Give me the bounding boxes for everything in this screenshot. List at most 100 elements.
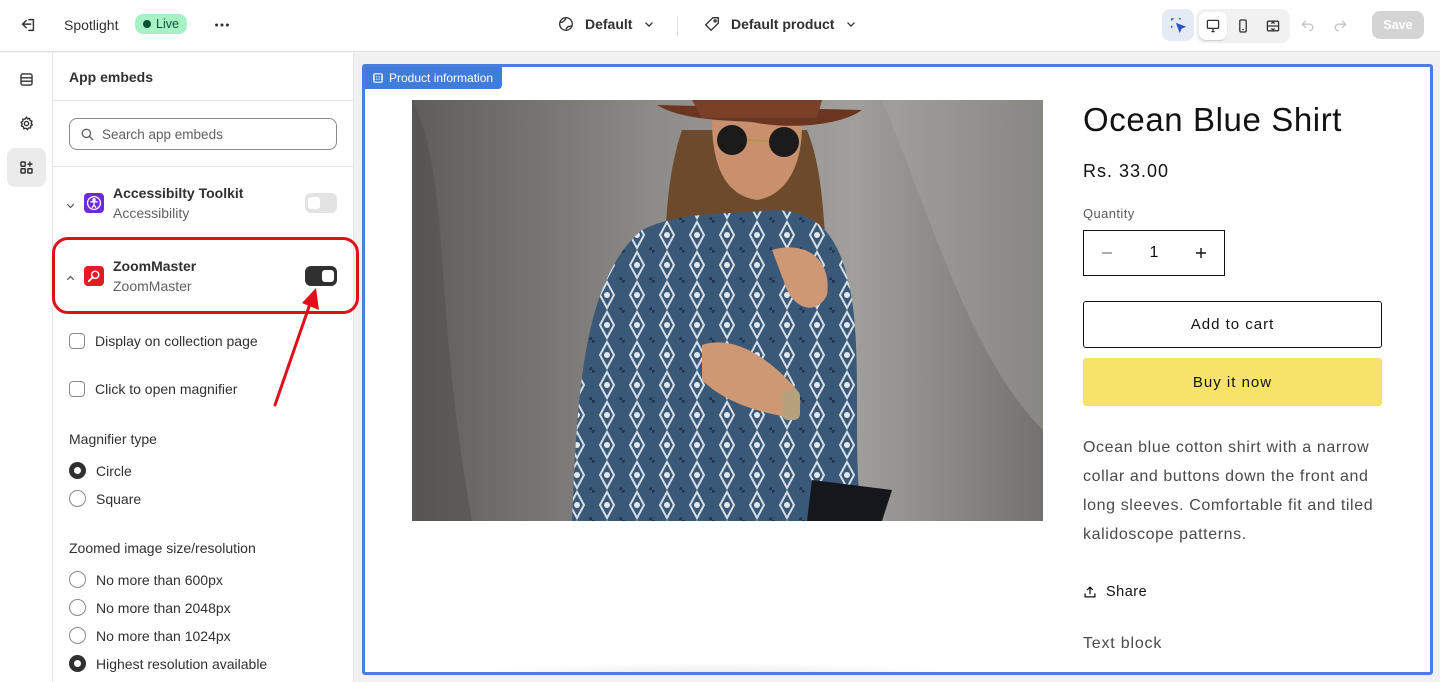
left-rail xyxy=(0,53,53,682)
theme-dropdown-label: Default xyxy=(585,16,633,32)
buy-now-button[interactable]: Buy it now xyxy=(1083,358,1382,406)
share-icon xyxy=(1084,586,1096,598)
plus-icon xyxy=(1196,248,1206,258)
decrease-quantity-button[interactable] xyxy=(1084,231,1130,275)
desktop-icon xyxy=(1206,19,1220,33)
preview-shadow xyxy=(465,663,965,672)
theme-settings-nav-button[interactable] xyxy=(7,104,46,143)
radio-button[interactable] xyxy=(69,627,86,644)
share-button[interactable]: Share xyxy=(1083,584,1147,600)
undo-button[interactable] xyxy=(1294,11,1322,39)
template-dropdown[interactable]: Default product xyxy=(703,15,858,33)
add-to-cart-button[interactable]: Add to cart xyxy=(1083,301,1382,348)
exit-icon xyxy=(21,18,35,32)
inspector-toggle-button[interactable] xyxy=(1162,9,1194,41)
desktop-view-button[interactable] xyxy=(1199,12,1227,40)
magnifier-type-label: Magnifier type xyxy=(69,431,157,447)
zoom-size-option[interactable]: Highest resolution available xyxy=(69,655,267,672)
section-tag[interactable]: Product information xyxy=(365,67,503,89)
zoom-size-option[interactable]: No more than 2048px xyxy=(69,599,231,616)
display-on-collection-checkbox-row[interactable]: Display on collection page xyxy=(69,333,258,349)
live-badge: Live xyxy=(135,14,187,34)
tag-icon xyxy=(705,17,719,31)
share-label: Share xyxy=(1106,584,1148,600)
live-dot-icon xyxy=(143,20,151,28)
accessibility-app-icon xyxy=(84,193,104,213)
undo-icon xyxy=(1301,20,1314,32)
more-actions-button[interactable] xyxy=(208,11,236,39)
radio-label: Highest resolution available xyxy=(96,655,268,672)
store-name: Spotlight xyxy=(64,17,119,33)
increase-quantity-button[interactable] xyxy=(1178,231,1224,275)
fullscreen-view-button[interactable] xyxy=(1259,12,1287,40)
gear-icon xyxy=(20,116,34,131)
minus-icon xyxy=(1102,252,1112,254)
chevron-down-icon[interactable] xyxy=(64,199,77,212)
magnifier-icon xyxy=(87,270,100,283)
quantity-label: Quantity xyxy=(1083,206,1135,221)
top-bar: Spotlight Live Default Default product S… xyxy=(0,0,1440,52)
annotation-arrow-icon xyxy=(273,288,319,407)
accessibility-toolkit-toggle[interactable] xyxy=(305,193,337,213)
live-badge-label: Live xyxy=(156,17,179,31)
zoommaster-app-icon xyxy=(84,266,104,286)
search-icon xyxy=(81,128,94,140)
display-on-collection-checkbox[interactable] xyxy=(69,333,85,349)
zoom-size-option[interactable]: No more than 1024px xyxy=(69,627,231,644)
viewport-switcher xyxy=(1196,9,1290,43)
product-title: Ocean Blue Shirt xyxy=(1083,101,1343,138)
search-field[interactable] xyxy=(69,118,337,150)
section-icon xyxy=(373,73,383,83)
magnifier-type-option[interactable]: Circle xyxy=(69,462,132,479)
expand-icon xyxy=(1266,20,1280,32)
preview-canvas[interactable]: Product information Ocean Blue Shirt Rs.… xyxy=(362,64,1433,675)
embed-name: ZoomMaster xyxy=(113,258,197,274)
radio-label: Square xyxy=(96,490,142,507)
app-embeds-nav-button[interactable] xyxy=(7,148,46,187)
embed-accessibility-toolkit[interactable]: Accessibilty Toolkit Accessibility xyxy=(53,185,353,235)
embed-subtitle: Accessibility xyxy=(113,205,190,221)
radio-label: Circle xyxy=(96,462,132,479)
toggle-knob xyxy=(308,197,320,209)
magnifier-type-option[interactable]: Square xyxy=(69,490,141,507)
checkbox-label: Click to open magnifier xyxy=(95,381,238,397)
divider xyxy=(53,166,353,167)
select-cursor-icon xyxy=(1170,17,1187,34)
chevron-up-icon[interactable] xyxy=(64,272,77,285)
toggle-knob xyxy=(322,270,334,282)
radio-button[interactable] xyxy=(69,490,86,507)
radio-label: No more than 1024px xyxy=(96,627,231,644)
theme-dropdown[interactable]: Default xyxy=(557,15,656,33)
toolbar-divider xyxy=(677,16,678,36)
product-description: Ocean blue cotton shirt with a narrow co… xyxy=(1083,439,1374,543)
embed-subtitle: ZoomMaster xyxy=(113,278,192,294)
radio-button[interactable] xyxy=(69,571,86,588)
globe-icon xyxy=(559,17,573,31)
radio-button[interactable] xyxy=(69,655,86,672)
section-tag-label: Product information xyxy=(389,71,494,85)
divider xyxy=(53,100,353,101)
product-photo xyxy=(412,100,1043,521)
text-block: Text block xyxy=(1083,635,1163,652)
exit-button[interactable] xyxy=(14,11,42,39)
radio-button[interactable] xyxy=(69,462,86,479)
search-input[interactable] xyxy=(102,126,322,142)
template-dropdown-label: Default product xyxy=(731,16,835,32)
redo-icon xyxy=(1334,20,1347,32)
mobile-view-button[interactable] xyxy=(1229,12,1257,40)
product-image[interactable] xyxy=(412,100,1043,521)
sections-nav-button[interactable] xyxy=(7,60,46,99)
click-to-open-checkbox-row[interactable]: Click to open magnifier xyxy=(69,381,237,397)
apps-icon xyxy=(20,161,33,174)
quantity-stepper: 1 xyxy=(1083,230,1225,276)
zoom-size-option[interactable]: No more than 600px xyxy=(69,571,223,588)
chevron-down-icon xyxy=(847,22,856,27)
save-button[interactable]: Save xyxy=(1372,11,1424,39)
click-to-open-checkbox[interactable] xyxy=(69,381,85,397)
radio-label: No more than 600px xyxy=(96,571,223,588)
redo-button[interactable] xyxy=(1326,11,1354,39)
radio-button[interactable] xyxy=(69,599,86,616)
quantity-input[interactable]: 1 xyxy=(1130,244,1178,262)
zoom-size-label: Zoomed image size/resolution xyxy=(69,540,256,556)
panel-title: App embeds xyxy=(69,69,154,85)
